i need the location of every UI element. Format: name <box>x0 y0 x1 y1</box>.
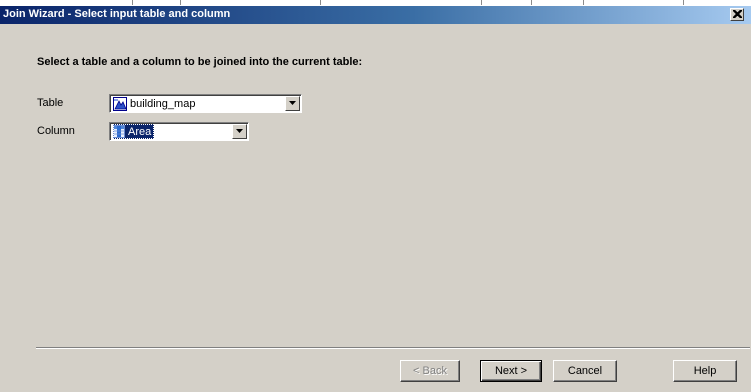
window-title: Join Wizard - Select input table and col… <box>3 8 231 20</box>
instruction-heading: Select a table and a column to be joined… <box>37 56 363 68</box>
chevron-down-icon <box>289 101 296 105</box>
join-wizard-dialog: Join Wizard - Select input table and col… <box>0 0 751 392</box>
column-dropdown-text: Area <box>128 125 152 138</box>
map-table-icon <box>113 96 127 111</box>
next-button[interactable]: Next > <box>480 360 542 382</box>
table-dropdown[interactable]: building_map <box>109 94 302 113</box>
column-label: Column <box>37 125 75 137</box>
cancel-button[interactable]: Cancel <box>553 360 617 382</box>
button-divider <box>36 347 750 349</box>
column-dropdown[interactable]: Area <box>109 122 249 141</box>
help-button[interactable]: Help <box>673 360 737 382</box>
chevron-down-icon <box>236 129 243 133</box>
table-label: Table <box>37 97 64 109</box>
close-icon <box>733 10 742 18</box>
table-dropdown-value: building_map <box>113 96 198 111</box>
back-button[interactable]: < Back <box>400 360 460 382</box>
title-bar[interactable]: Join Wizard - Select input table and col… <box>0 6 751 24</box>
close-button[interactable] <box>730 8 744 21</box>
column-icon <box>113 125 125 138</box>
table-dropdown-arrow[interactable] <box>285 96 300 111</box>
column-dropdown-arrow[interactable] <box>232 124 247 139</box>
column-dropdown-value: Area <box>113 124 155 139</box>
table-dropdown-text: building_map <box>130 97 196 110</box>
